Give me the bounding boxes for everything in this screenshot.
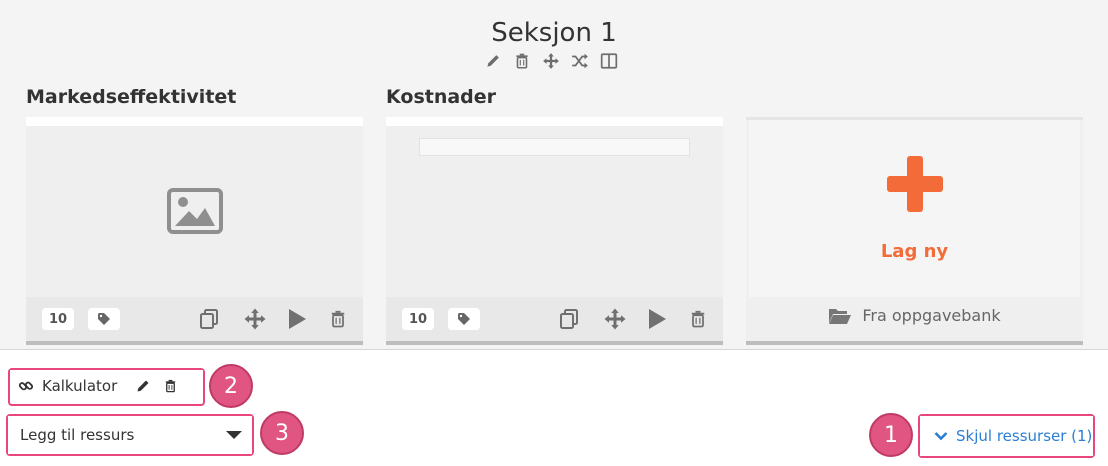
- move-icon[interactable]: [542, 52, 560, 70]
- play-icon[interactable]: [283, 305, 311, 333]
- plus-icon: [887, 156, 943, 212]
- copy-icon[interactable]: [555, 305, 583, 333]
- tag-icon: [98, 313, 110, 325]
- hide-resources-label: Skjul ressurser (1): [956, 427, 1093, 445]
- trash-icon[interactable]: [684, 305, 712, 333]
- link-icon[interactable]: [18, 378, 34, 394]
- tag-button[interactable]: [448, 308, 480, 330]
- section-title: Seksjon 1: [491, 18, 617, 48]
- column-title-2: Kostnader: [386, 86, 497, 108]
- points-badge[interactable]: 10: [42, 308, 74, 330]
- trash-icon[interactable]: [513, 52, 531, 70]
- chevron-down-icon: [934, 432, 948, 441]
- resource-item: Kalkulator: [10, 370, 203, 402]
- columns-icon[interactable]: [600, 52, 618, 70]
- pencil-icon[interactable]: [135, 378, 151, 394]
- points-badge[interactable]: 10: [402, 308, 434, 330]
- callout-badge-2: 2: [209, 364, 253, 408]
- shuffle-icon[interactable]: [571, 52, 589, 70]
- column-title-1: Markedseffektivitet: [26, 86, 237, 108]
- tag-button[interactable]: [88, 308, 120, 330]
- resource-label[interactable]: Kalkulator: [42, 377, 117, 395]
- section-area: Seksjon 1 Markedseffektivitet 10 Kostnad…: [0, 0, 1108, 350]
- section-toolbar: [484, 52, 618, 70]
- callout-badge-1: 1: [869, 413, 913, 457]
- create-new-label: Lag ny: [880, 241, 949, 262]
- tag-icon: [458, 313, 470, 325]
- pencil-icon[interactable]: [484, 52, 502, 70]
- play-icon[interactable]: [643, 305, 671, 333]
- move-icon[interactable]: [601, 305, 629, 333]
- add-resource-value: Legg til ressurs: [20, 426, 135, 444]
- add-resource-select[interactable]: Legg til ressurs: [8, 416, 252, 454]
- copy-icon[interactable]: [195, 305, 223, 333]
- preview-bar: [419, 138, 690, 156]
- hide-resources-toggle[interactable]: Skjul ressurser (1): [920, 416, 1093, 456]
- task-card-1[interactable]: 10: [26, 117, 363, 345]
- from-task-bank-label: Fra oppgavebank: [862, 306, 1001, 325]
- image-placeholder-icon: [167, 188, 223, 234]
- folder-open-icon: [829, 308, 852, 324]
- from-task-bank-button[interactable]: Fra oppgavebank: [746, 306, 1083, 325]
- create-new-button[interactable]: Lag ny: [749, 120, 1080, 297]
- card-footer: 10: [386, 297, 723, 341]
- card-footer: 10: [26, 297, 363, 341]
- callout-badge-3: 3: [260, 411, 304, 455]
- task-thumbnail[interactable]: [386, 126, 723, 297]
- task-thumbnail[interactable]: [26, 126, 363, 297]
- trash-icon[interactable]: [324, 305, 352, 333]
- trash-icon[interactable]: [163, 378, 178, 394]
- caret-down-icon: [226, 431, 242, 439]
- new-task-card: Lag ny Fra oppgavebank: [746, 117, 1083, 345]
- task-card-2[interactable]: 10: [386, 117, 723, 345]
- move-icon[interactable]: [241, 305, 269, 333]
